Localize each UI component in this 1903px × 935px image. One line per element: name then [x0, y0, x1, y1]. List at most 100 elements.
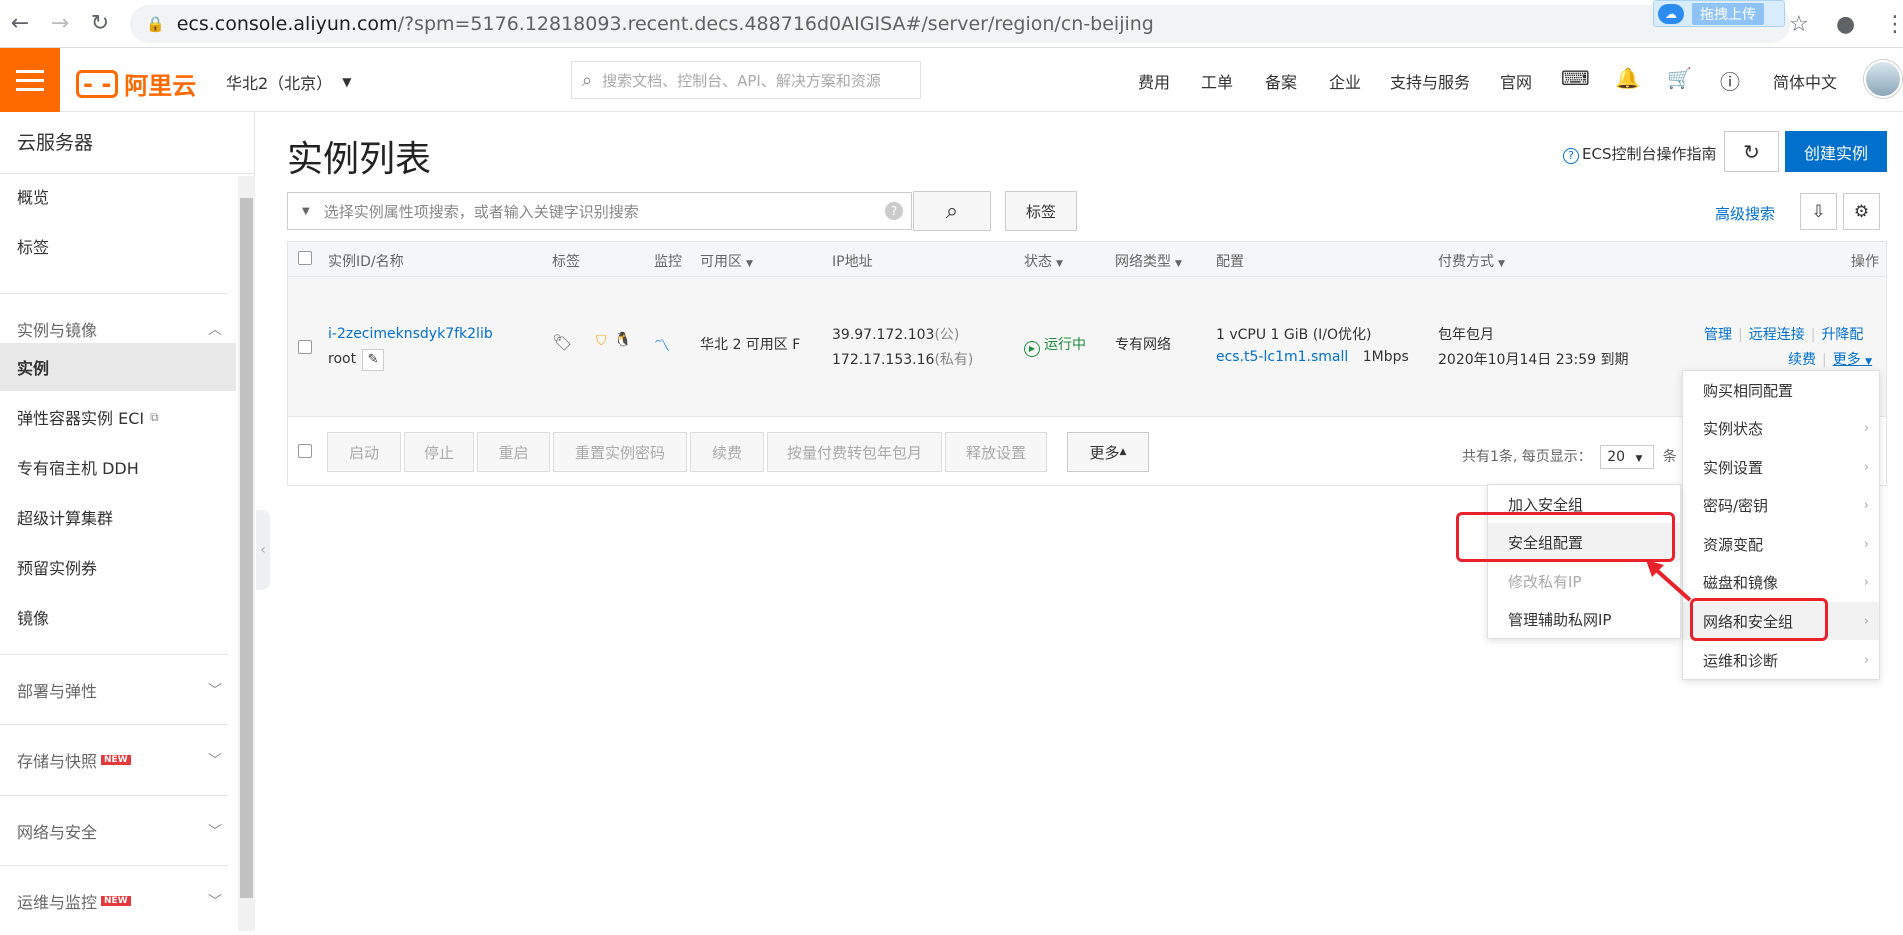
global-search-input[interactable]: ⌕ 搜索文档、控制台、API、解决方案和资源: [571, 61, 921, 99]
sidebar-item-reserved[interactable]: 预留实例券: [0, 543, 236, 591]
sidebar-group-ops[interactable]: 运维与监控 NEW ﹀: [0, 865, 228, 935]
reset-password-button[interactable]: 重置实例密码: [553, 432, 687, 472]
profile-icon[interactable]: ●: [1836, 12, 1855, 37]
col-config: 配置: [1216, 254, 1244, 270]
resize-link[interactable]: 升降配: [1821, 327, 1863, 343]
menu-item-buy-same[interactable]: 购买相同配置: [1683, 371, 1879, 409]
aliyun-logo[interactable]: - - 阿里云: [76, 66, 196, 101]
refresh-button[interactable]: ↻: [1724, 131, 1779, 172]
sidebar-scrollbar[interactable]: [238, 176, 255, 931]
sidebar-item-scc[interactable]: 超级计算集群: [0, 493, 236, 541]
instance-id-link[interactable]: i-2zecimeknsdyk7fk2lib: [328, 326, 493, 342]
stop-button[interactable]: 停止: [404, 432, 474, 472]
instance-type-link[interactable]: ecs.t5-lc1m1.small: [1216, 349, 1348, 365]
col-zone[interactable]: 可用区 ▼: [700, 251, 753, 271]
batch-more-label: 更多: [1089, 443, 1120, 462]
upload-extension-button[interactable]: ☁ 拖拽上传: [1653, 0, 1785, 27]
create-instance-button[interactable]: 创建实例: [1785, 131, 1887, 172]
region-label: 华北2（北京）: [226, 74, 333, 93]
more-actions-link[interactable]: 更多 ▼: [1833, 352, 1872, 368]
col-network[interactable]: 网络类型 ▼: [1115, 251, 1182, 271]
release-settings-button[interactable]: 释放设置: [945, 432, 1047, 472]
tag-filter-button[interactable]: 标签: [1005, 191, 1077, 231]
guide-label: ECS控制台操作指南: [1582, 145, 1717, 163]
instance-table: 实例ID/名称 标签 监控 可用区 ▼ IP地址 状态 ▼ 网络类型 ▼ 配置 付费方…: [287, 241, 1887, 486]
menu-item-resource-change[interactable]: 资源变配 ›: [1683, 525, 1879, 563]
sidebar-item-instances[interactable]: 实例: [0, 343, 236, 391]
cart-icon[interactable]: 🛒: [1667, 66, 1692, 90]
renew-button[interactable]: 续费: [690, 432, 764, 472]
page-size-select[interactable]: 20 ▼: [1600, 445, 1655, 469]
start-button[interactable]: 启动: [327, 432, 401, 472]
settings-button[interactable]: ⚙: [1843, 193, 1880, 230]
export-button[interactable]: ⇩: [1800, 193, 1837, 230]
address-bar[interactable]: 🔒 ecs.console.aliyun.com /?spm=5176.1281…: [130, 5, 1790, 43]
reload-icon[interactable]: ↻: [80, 0, 120, 48]
col-status[interactable]: 状态 ▼: [1024, 251, 1063, 271]
menu-item-instance-settings[interactable]: 实例设置 ›: [1683, 448, 1879, 486]
menu-item-instance-status[interactable]: 实例状态 ›: [1683, 409, 1879, 447]
monitor-chart-icon[interactable]: 〽: [654, 332, 670, 356]
config-type: ecs.t5-lc1m1.small 1Mbps: [1216, 349, 1409, 365]
select-all-checkbox[interactable]: [298, 251, 312, 265]
nav-icp[interactable]: 备案: [1265, 69, 1297, 93]
sidebar-group-deploy[interactable]: 部署与弹性 ﹀: [0, 654, 228, 724]
convert-billing-button[interactable]: 按量付费转包年包月: [767, 432, 942, 472]
col-payment[interactable]: 付费方式 ▼: [1438, 251, 1505, 271]
region-selector[interactable]: 华北2（北京） ▼: [226, 70, 351, 94]
terminal-icon[interactable]: ⌨: [1561, 66, 1590, 90]
nav-tickets[interactable]: 工单: [1201, 69, 1233, 93]
sidebar-item-images[interactable]: 镜像: [0, 593, 236, 641]
back-icon[interactable]: ←: [0, 0, 40, 48]
menu-item-ops-diagnosis[interactable]: 运维和诊断 ›: [1683, 641, 1879, 679]
browser-menu-icon[interactable]: ⋮: [1884, 12, 1903, 37]
network-type: 专有网络: [1115, 337, 1171, 353]
help-icon[interactable]: ⓘ: [1720, 66, 1740, 95]
search-button[interactable]: ⌕: [913, 191, 991, 231]
sidebar-group-network[interactable]: 网络与安全 ﹀: [0, 795, 228, 865]
menu-item-disk-image[interactable]: 磁盘和镜像 ›: [1683, 563, 1879, 601]
manage-link[interactable]: 管理: [1704, 327, 1732, 343]
nav-enterprise[interactable]: 企业: [1329, 69, 1361, 93]
chevron-right-icon: ›: [1863, 536, 1869, 552]
sidebar-group-storage[interactable]: 存储与快照 NEW ﹀: [0, 724, 228, 794]
row-checkbox[interactable]: [298, 340, 312, 354]
row-actions-line1: 管理 | 远程连接 | 升降配: [1704, 324, 1863, 344]
batch-more-button[interactable]: 更多 ▲: [1067, 432, 1149, 472]
nav-support[interactable]: 支持与服务: [1390, 69, 1470, 93]
chevron-right-icon: ›: [1863, 420, 1869, 436]
browser-toolbar: ← → ↻ 🔒 ecs.console.aliyun.com /?spm=517…: [0, 0, 1903, 48]
submenu-manage-secondary-ip[interactable]: 管理辅助私网IP: [1488, 600, 1680, 638]
renew-link[interactable]: 续费: [1788, 352, 1816, 368]
sidebar-item-eci[interactable]: 弹性容器实例 ECI ⧉: [0, 393, 236, 441]
bell-icon[interactable]: 🔔: [1615, 66, 1640, 90]
star-icon[interactable]: ☆: [1789, 12, 1809, 37]
edit-name-button[interactable]: ✎: [362, 349, 385, 371]
hamburger-menu-button[interactable]: [0, 48, 60, 112]
sidebar-item-ddh[interactable]: 专有宿主机 DDH: [0, 443, 236, 491]
url-path: /?spm=5176.12818093.recent.decs.488716d0…: [397, 13, 1154, 35]
chevron-right-icon: ›: [1863, 652, 1869, 668]
sidebar-item-overview[interactable]: 概览: [0, 172, 236, 220]
caret-down-icon: ▼: [1056, 259, 1063, 269]
col-payment-label: 付费方式: [1438, 254, 1494, 270]
menu-item-password-key[interactable]: 密码/密钥 ›: [1683, 486, 1879, 524]
advanced-search-link[interactable]: 高级搜索: [1715, 203, 1775, 224]
restart-button[interactable]: 重启: [477, 432, 550, 472]
gear-icon: ⚙: [1853, 201, 1870, 222]
nav-fees[interactable]: 费用: [1138, 69, 1170, 93]
help-icon[interactable]: ?: [885, 202, 903, 220]
instance-filter-input[interactable]: ▼ 选择实例属性项搜索，或者输入关键字识别搜索 ?: [287, 192, 912, 230]
tag-icon[interactable]: 🏷: [552, 333, 572, 352]
sidebar-group-label: 运维与监控: [17, 892, 98, 912]
forward-icon[interactable]: →: [40, 0, 80, 48]
nav-official-site[interactable]: 官网: [1500, 69, 1532, 93]
sidebar-collapse-handle[interactable]: ‹: [256, 510, 270, 590]
console-guide-link[interactable]: ? ECS控制台操作指南: [1563, 143, 1716, 164]
scrollbar-thumb[interactable]: [240, 198, 253, 898]
sidebar-item-tags[interactable]: 标签: [0, 222, 236, 270]
user-avatar[interactable]: [1864, 60, 1902, 98]
batch-select-checkbox[interactable]: [298, 444, 312, 458]
remote-connect-link[interactable]: 远程连接: [1749, 327, 1805, 343]
language-selector[interactable]: 简体中文: [1773, 69, 1837, 93]
